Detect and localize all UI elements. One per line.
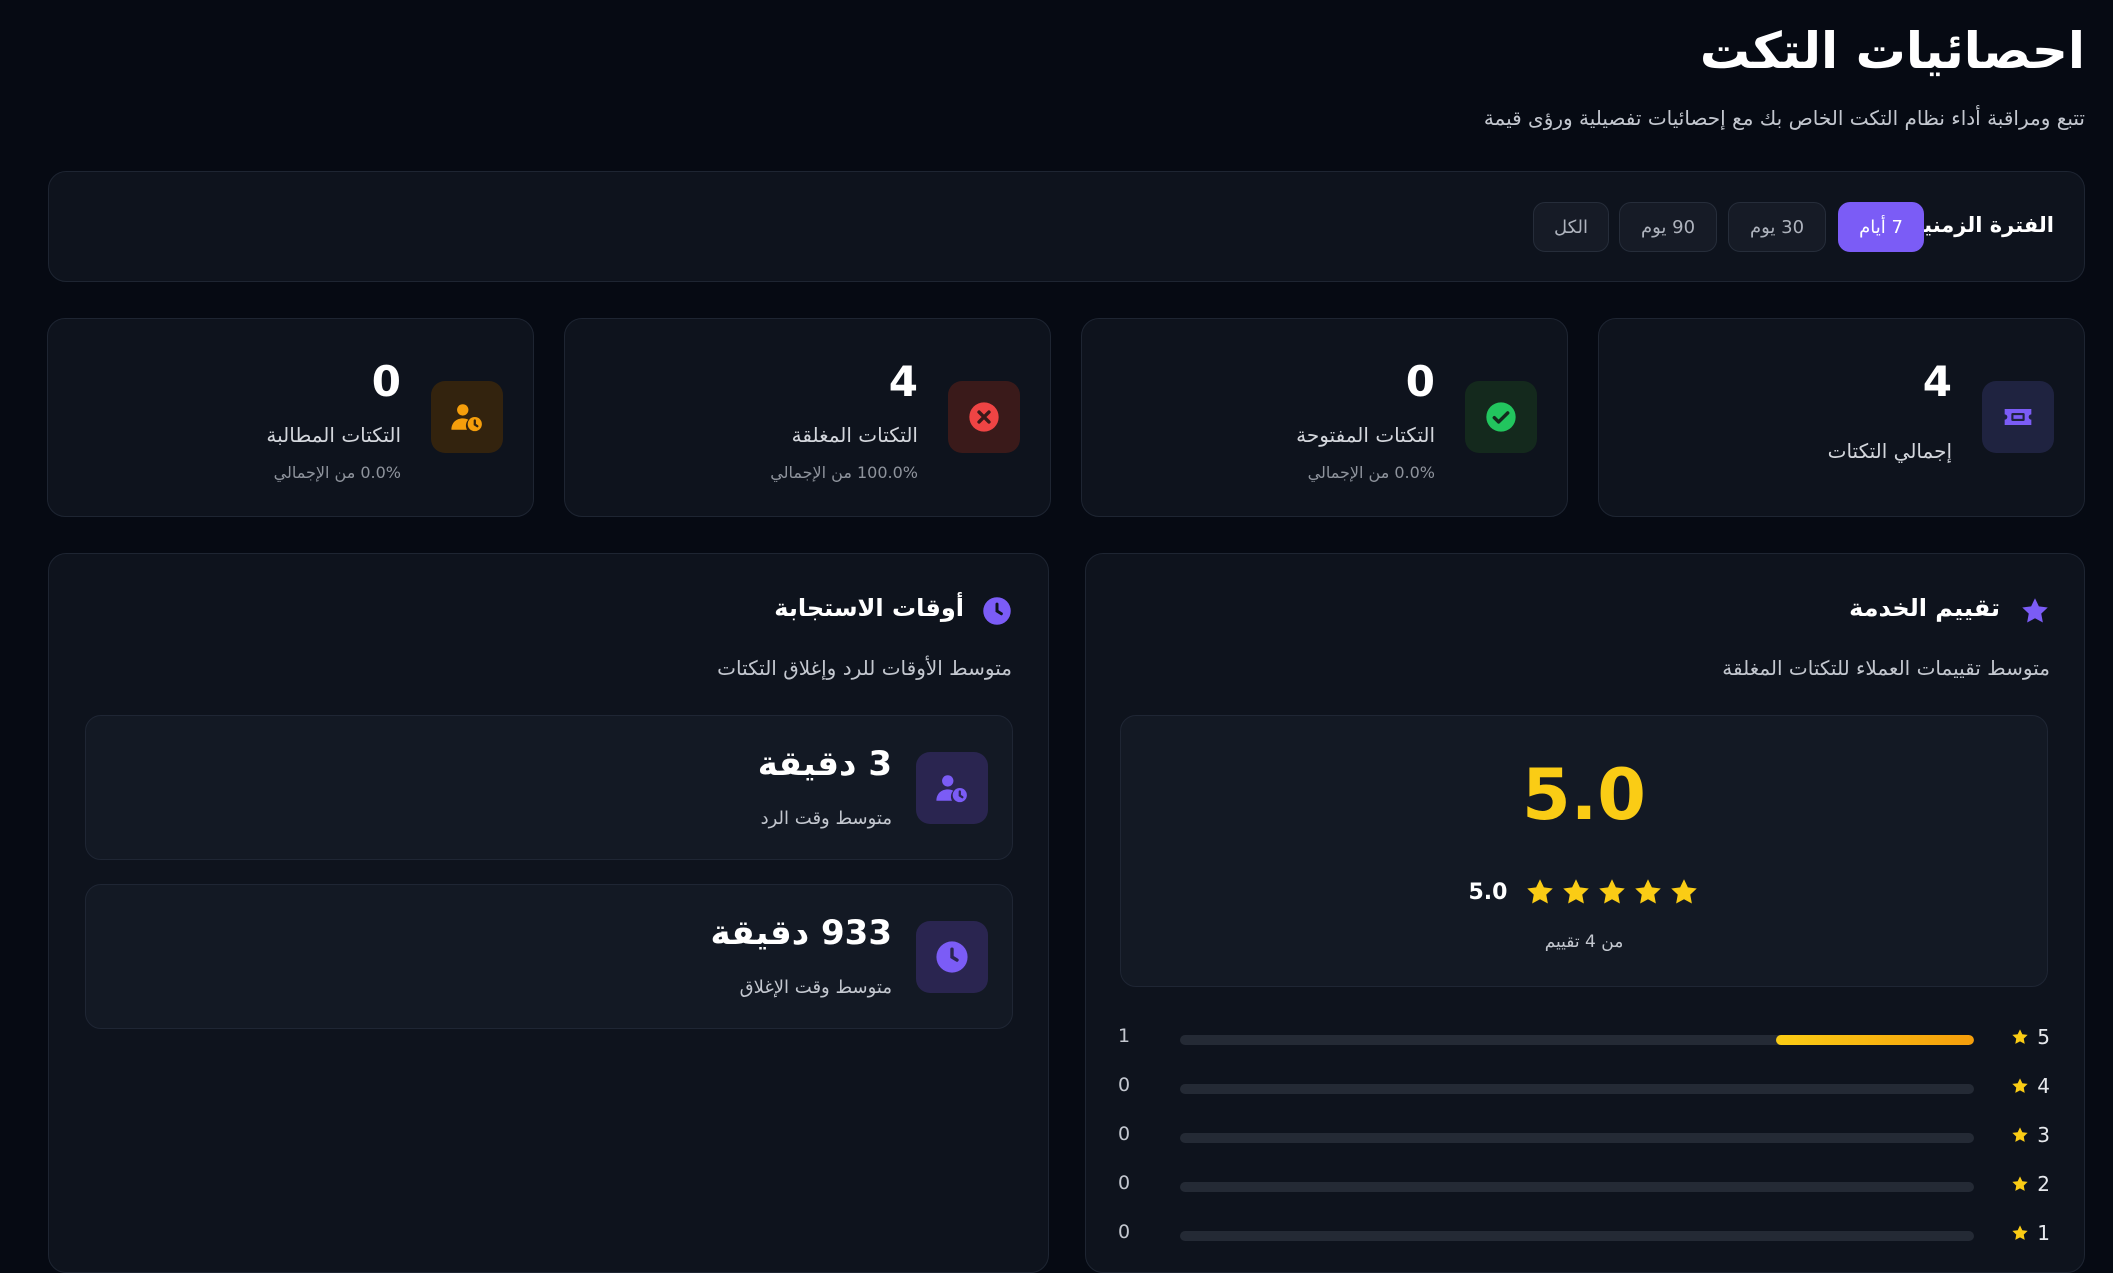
- rating-row-stars: 1: [2037, 1221, 2050, 1245]
- clock-icon: [983, 597, 1011, 625]
- rating-average: 5.0: [1521, 754, 1646, 836]
- rating-row-bar: [1180, 1035, 1974, 1045]
- rating-distribution-row: 40: [1118, 1074, 2050, 1104]
- period-label: الفترة الزمنية:: [1903, 213, 2054, 237]
- rating-row-label: 3: [2011, 1123, 2050, 1147]
- star-icon: [2012, 1127, 2028, 1142]
- stat-card-total: 4 إجمالي التكتات: [1598, 318, 2085, 517]
- stat-label: التكتات المطالبة: [266, 423, 401, 447]
- response-times-description: متوسط الأوقات للرد وإغلاق التكتات: [717, 656, 1012, 680]
- clock-icon: [916, 921, 988, 993]
- stat-label: إجمالي التكتات: [1827, 439, 1952, 463]
- stat-label: التكتات المغلقة: [791, 423, 918, 447]
- check-circle-icon: [1465, 381, 1537, 453]
- rating-count: من 4 تقييم: [1544, 932, 1624, 952]
- rating-row-stars: 3: [2037, 1123, 2050, 1147]
- rating-stars: [1525, 877, 1699, 907]
- star-icon: [2012, 1225, 2028, 1240]
- stat-label: التكتات المفتوحة: [1296, 423, 1435, 447]
- rating-row-label: 4: [2011, 1074, 2050, 1098]
- rating-section: تقييم الخدمة متوسط تقييمات العملاء للتكت…: [1085, 553, 2085, 1273]
- stat-percentage: 100.0% من الإجمالي: [770, 463, 918, 482]
- rating-row-count: 0: [1118, 1172, 1131, 1194]
- rating-distribution: 5140302010: [1118, 1025, 2050, 1255]
- rating-distribution-row: 20: [1118, 1172, 2050, 1202]
- stat-value: 4: [1922, 357, 1952, 406]
- rating-title: تقييم الخدمة: [1849, 594, 2000, 622]
- stat-card-claimed: 0 التكتات المطالبة 0.0% من الإجمالي: [47, 318, 534, 517]
- stat-percentage: 0.0% من الإجمالي: [1307, 463, 1435, 482]
- stat-value: 4: [888, 357, 918, 406]
- rating-star-icon: [1599, 879, 1626, 904]
- ticket-icon: [1982, 381, 2054, 453]
- rating-row-count: 0: [1118, 1123, 1131, 1145]
- rating-average-small: 5.0: [1468, 879, 1508, 905]
- stat-percentage: 0.0% من الإجمالي: [273, 463, 401, 482]
- rating-row-label: 5: [2011, 1025, 2050, 1049]
- rating-row-count: 0: [1118, 1221, 1131, 1243]
- x-circle-icon: [948, 381, 1020, 453]
- response-times-title: أوقات الاستجابة: [774, 594, 964, 622]
- rating-description: متوسط تقييمات العملاء للتكتات المغلقة: [1722, 656, 2050, 680]
- star-icon: [2012, 1176, 2028, 1191]
- avg-response-time-value: 3 دقيقة: [757, 744, 892, 784]
- stat-card-open: 0 التكتات المفتوحة 0.0% من الإجمالي: [1081, 318, 1568, 517]
- rating-row-bar: [1180, 1231, 1974, 1241]
- avg-response-time-box: 3 دقيقة متوسط وقت الرد: [85, 715, 1013, 860]
- rating-distribution-row: 51: [1118, 1025, 2050, 1055]
- rating-distribution-row: 30: [1118, 1123, 2050, 1153]
- rating-row-stars: 2: [2037, 1172, 2050, 1196]
- rating-star-icon: [1671, 879, 1698, 904]
- period-all-button[interactable]: الكل: [1533, 202, 1609, 252]
- user-clock-icon: [431, 381, 503, 453]
- rating-row-count: 1: [1118, 1025, 1131, 1047]
- user-clock-icon: [916, 752, 988, 824]
- rating-distribution-row: 10: [1118, 1221, 2050, 1251]
- period-30-days-button[interactable]: 30 يوم: [1728, 202, 1826, 252]
- period-90-days-button[interactable]: 90 يوم: [1619, 202, 1717, 252]
- rating-row-count: 0: [1118, 1074, 1131, 1096]
- response-times-section: أوقات الاستجابة متوسط الأوقات للرد وإغلا…: [48, 553, 1049, 1273]
- star-icon: [2012, 1029, 2028, 1044]
- star-icon: [2022, 598, 2048, 623]
- page-subtitle: تتبع ومراقبة أداء نظام التكت الخاص بك مع…: [1483, 106, 2085, 130]
- rating-row-stars: 4: [2037, 1074, 2050, 1098]
- avg-close-time-value: 933 دقيقة: [710, 913, 892, 953]
- rating-row-bar: [1180, 1084, 1974, 1094]
- rating-star-icon: [1635, 879, 1662, 904]
- rating-row-bar: [1180, 1133, 1974, 1143]
- stat-card-closed: 4 التكتات المغلقة 100.0% من الإجمالي: [564, 318, 1051, 517]
- rating-star-icon: [1563, 879, 1590, 904]
- rating-summary-box: 5.0 5.0 من 4 تقييم: [1120, 715, 2048, 987]
- rating-row-label: 2: [2011, 1172, 2050, 1196]
- avg-close-time-box: 933 دقيقة متوسط وقت الإغلاق: [85, 884, 1013, 1029]
- page-title: احصائيات التكت: [1699, 22, 2085, 80]
- period-7-days-button[interactable]: 7 أيام: [1838, 202, 1924, 252]
- rating-row-label: 1: [2011, 1221, 2050, 1245]
- stat-value: 0: [1405, 357, 1435, 406]
- rating-row-stars: 5: [2037, 1025, 2050, 1049]
- rating-star-icon: [1527, 879, 1554, 904]
- stat-value: 0: [371, 357, 401, 406]
- star-icon: [2012, 1078, 2028, 1093]
- avg-response-time-label: متوسط وقت الرد: [760, 808, 892, 829]
- rating-row-bar-fill: [1775, 1035, 1974, 1045]
- period-filter-card: الفترة الزمنية: 7 أيام 30 يوم 90 يوم الك…: [48, 171, 2085, 282]
- rating-row-bar: [1180, 1182, 1974, 1192]
- avg-close-time-label: متوسط وقت الإغلاق: [739, 977, 892, 998]
